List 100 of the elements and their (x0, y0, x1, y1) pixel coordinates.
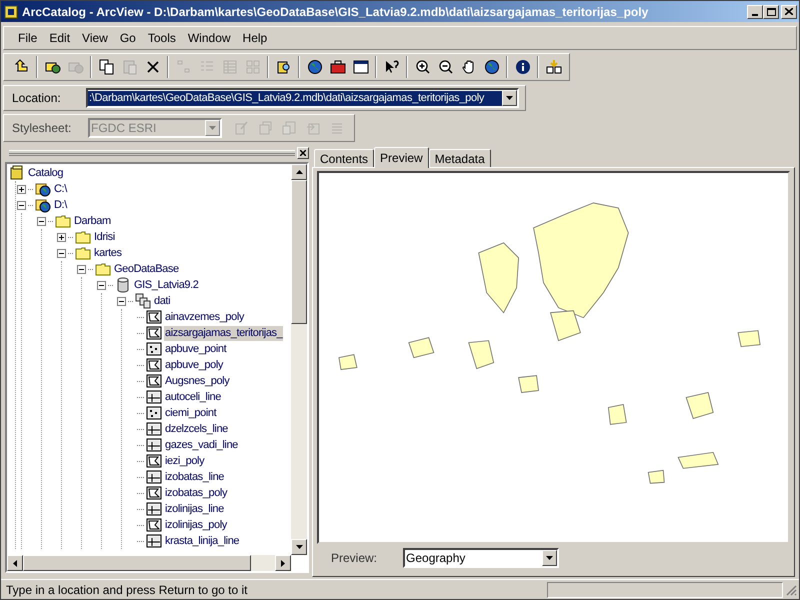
tree-item[interactable]: izolinijas_poly (164, 518, 228, 532)
whats-this-help-icon (384, 59, 400, 75)
tree-item[interactable]: GeoDataBase (113, 262, 180, 276)
scroll-left-icon[interactable] (7, 555, 23, 571)
menu-item[interactable]: Edit (43, 29, 76, 47)
expand-toggle-icon[interactable] (17, 184, 26, 194)
app-icon (3, 4, 19, 20)
import-icon (281, 120, 297, 136)
globe-icon (484, 59, 500, 75)
scroll-up-icon[interactable] (291, 164, 307, 180)
delete-icon (144, 59, 160, 75)
folder-icon (75, 245, 91, 261)
menu-item[interactable]: File (12, 29, 44, 47)
details-view-icon (222, 59, 238, 75)
polygon-feature-class-icon (146, 325, 162, 341)
line-feature-class-icon (146, 421, 162, 437)
tree-item[interactable]: apbuve_point (164, 342, 228, 356)
scroll-down-icon[interactable] (291, 539, 307, 555)
tree-item[interactable]: kartes (93, 246, 123, 260)
line-feature-class-icon (146, 501, 162, 517)
stylesheet-label: Stylesheet: (12, 120, 72, 137)
tree-item[interactable]: D:\ (53, 198, 68, 212)
large-icons-icon (176, 59, 192, 75)
tree-item[interactable]: C:\ (53, 182, 68, 196)
tree-item[interactable]: ciemi_point (164, 406, 218, 420)
edit-stylesheet-icon (233, 120, 249, 136)
resize-grip-icon[interactable] (785, 584, 797, 596)
scroll-right-icon[interactable] (275, 555, 291, 571)
tree-item[interactable]: apbuve_poly (164, 358, 224, 372)
panel-grip[interactable] (9, 150, 295, 156)
tree-item[interactable]: iezi_poly (164, 454, 206, 468)
polygon-feature-class-icon (146, 309, 162, 325)
polygon-feature-class-icon (146, 357, 162, 373)
expand-toggle-icon[interactable] (57, 248, 66, 258)
preview-combo[interactable]: Geography (403, 548, 560, 568)
tree-item[interactable]: izobatas_poly (164, 486, 228, 500)
tree-item[interactable]: aizsargajamas_teritorijas_ (164, 326, 284, 340)
expand-toggle-icon[interactable] (77, 264, 86, 274)
feature-dataset-icon (135, 293, 151, 309)
expand-toggle-icon[interactable] (97, 280, 106, 290)
close-panel-button[interactable] (297, 147, 309, 159)
menu-item[interactable]: Tools (142, 29, 182, 47)
tree-item[interactable]: izolinijas_line (164, 502, 225, 516)
minimize-button[interactable] (747, 4, 763, 18)
folder-icon (95, 261, 111, 277)
expand-toggle-icon[interactable] (37, 216, 46, 226)
location-label: Location: (12, 90, 62, 107)
paste-icon (122, 59, 138, 75)
drive-globe-icon (35, 181, 51, 197)
polygon-feature-class-icon (146, 517, 162, 533)
scroll-thumb[interactable] (23, 555, 251, 571)
window-title: ArcCatalog - ArcView - D:\Darbam\kartes\GeoDataBase\GIS_Latvia9.2.mdb\dati\aizsargajamas_teritorijas_poly (22, 4, 650, 20)
tree-item[interactable]: dzelzcels_line (164, 422, 229, 436)
tree-item[interactable]: Catalog (27, 166, 64, 180)
tree-item[interactable]: izobatas_line (164, 470, 226, 484)
tree-item[interactable]: Augsnes_poly (164, 374, 230, 388)
close-button[interactable] (781, 4, 797, 18)
polygon-feature-class-icon (146, 373, 162, 389)
preview-label: Preview: (331, 550, 378, 568)
expand-toggle-icon[interactable] (57, 232, 66, 242)
command-window-icon (352, 59, 368, 75)
tree-item[interactable]: GIS_Latvia9.2 (133, 278, 200, 292)
point-feature-class-icon (146, 341, 162, 357)
tree-item[interactable]: dati (153, 294, 172, 308)
tab[interactable]: Preview (374, 147, 429, 168)
drive-globe-icon (35, 197, 51, 213)
folder-icon (75, 229, 91, 245)
properties-icon (257, 120, 273, 136)
toolbox-icon (330, 59, 346, 75)
vertical-scrollbar[interactable] (291, 164, 307, 555)
info-icon (514, 59, 530, 75)
expand-toggle-icon[interactable] (117, 296, 126, 306)
tree-item[interactable]: gazes_vadi_line (164, 438, 239, 452)
tree-item[interactable]: ainavzemes_poly (164, 310, 245, 324)
tab[interactable]: Metadata (428, 149, 491, 167)
menu-item[interactable]: Window (182, 29, 237, 47)
search-icon (276, 59, 292, 75)
close-icon (785, 8, 793, 15)
line-feature-class-icon (146, 469, 162, 485)
location-combo[interactable]: :\Darbam\kartes\GeoDataBase\GIS_Latvia9.2.mdb\dati\aizsargajamas_teritorijas_poly (86, 88, 519, 108)
catalog-icon (9, 165, 25, 181)
horizontal-scrollbar[interactable] (7, 555, 291, 571)
menu-item[interactable]: View (76, 29, 114, 47)
tree-item[interactable]: krasta_linija_line (164, 534, 240, 548)
menu-item[interactable]: Help (236, 29, 274, 47)
tab[interactable]: Contents (314, 149, 374, 167)
status-text: Type in a location and press Return to go to it (6, 582, 248, 598)
tree-item[interactable]: Idrisi (93, 230, 116, 244)
maximize-button[interactable] (763, 4, 779, 18)
point-feature-class-icon (146, 405, 162, 421)
tree-item[interactable]: Darbam (73, 214, 112, 228)
scroll-thumb[interactable] (291, 180, 307, 324)
thumbnails-view-icon (244, 59, 260, 75)
zoom-in-icon (414, 59, 430, 75)
close-icon (300, 150, 306, 156)
expand-toggle-icon[interactable] (17, 200, 26, 210)
tree-item[interactable]: autoceli_line (164, 390, 222, 404)
database-icon (115, 277, 131, 293)
menu-item[interactable]: Go (114, 29, 142, 47)
polygon-feature-class-icon (146, 453, 162, 469)
